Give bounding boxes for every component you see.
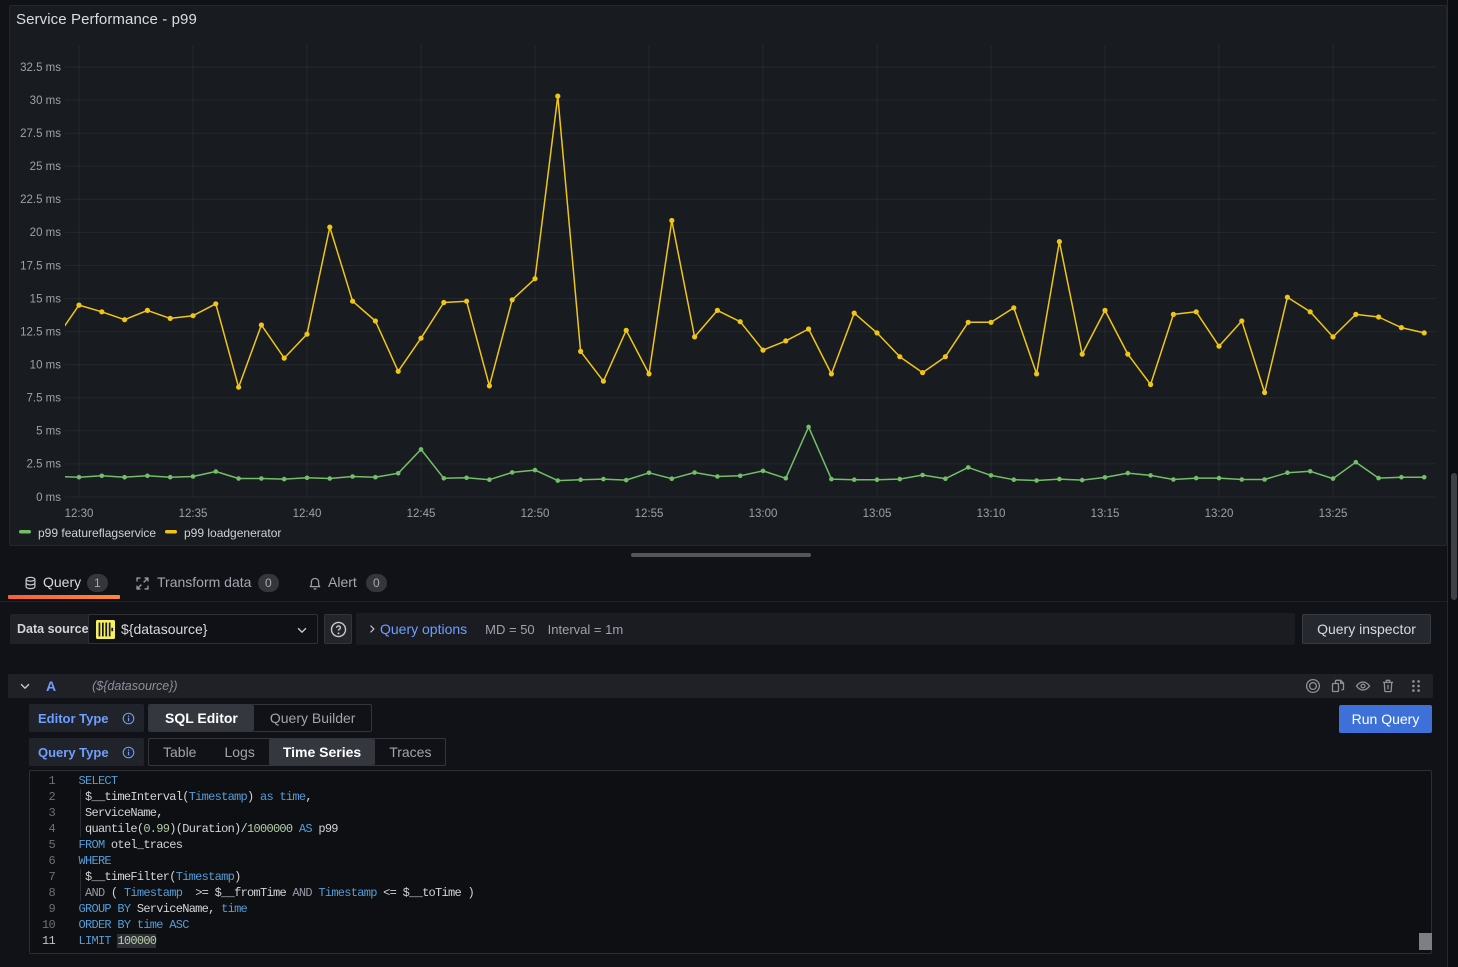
svg-text:12:45: 12:45 xyxy=(407,508,436,520)
svg-text:22.5 ms: 22.5 ms xyxy=(20,194,61,206)
svg-text:7.5 ms: 7.5 ms xyxy=(26,393,61,405)
svg-text:12:55: 12:55 xyxy=(635,508,664,520)
svg-text:12.5 ms: 12.5 ms xyxy=(20,326,61,338)
svg-text:13:05: 13:05 xyxy=(863,508,892,520)
svg-text:13:20: 13:20 xyxy=(1205,508,1234,520)
svg-text:25 ms: 25 ms xyxy=(30,161,62,173)
svg-text:32.5 ms: 32.5 ms xyxy=(20,62,61,74)
svg-text:30 ms: 30 ms xyxy=(30,95,62,107)
svg-text:0 ms: 0 ms xyxy=(36,492,61,504)
svg-text:13:25: 13:25 xyxy=(1319,508,1348,520)
svg-text:10 ms: 10 ms xyxy=(30,360,62,372)
svg-text:15 ms: 15 ms xyxy=(30,293,62,305)
svg-text:12:50: 12:50 xyxy=(521,508,550,520)
svg-text:17.5 ms: 17.5 ms xyxy=(20,260,61,272)
svg-text:12:40: 12:40 xyxy=(293,508,322,520)
svg-text:p99 featureflagservice: p99 featureflagservice xyxy=(38,526,156,540)
svg-text:2.5 ms: 2.5 ms xyxy=(26,459,61,471)
svg-text:27.5 ms: 27.5 ms xyxy=(20,128,61,140)
svg-text:12:35: 12:35 xyxy=(179,508,208,520)
svg-text:12:30: 12:30 xyxy=(65,508,94,520)
svg-text:13:15: 13:15 xyxy=(1091,508,1120,520)
svg-text:p99 loadgenerator: p99 loadgenerator xyxy=(184,526,281,540)
svg-text:13:10: 13:10 xyxy=(977,508,1006,520)
svg-text:5 ms: 5 ms xyxy=(36,426,61,438)
svg-text:13:00: 13:00 xyxy=(749,508,778,520)
svg-text:20 ms: 20 ms xyxy=(30,227,62,239)
